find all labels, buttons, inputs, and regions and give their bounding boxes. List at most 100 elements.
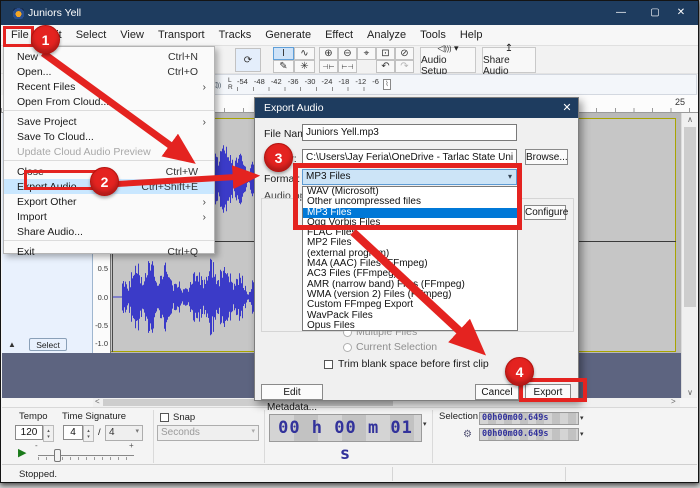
format-option[interactable]: AMR (narrow band) Files (FFmpeg) <box>303 280 517 290</box>
format-option[interactable]: WMA (version 2) Files (FFmpeg) <box>303 290 517 300</box>
collapse-triangle-icon[interactable]: ▲ <box>8 340 16 349</box>
selection-end-field[interactable]: 00h00m00.649s <box>479 428 579 441</box>
file-menu-item[interactable]: Save To Cloud... <box>4 129 214 144</box>
vertical-scroll-thumb[interactable] <box>684 127 696 307</box>
menu-item-shortcut: Ctrl+W <box>166 166 198 178</box>
format-option[interactable]: M4A (AAC) Files (FFmpeg) <box>303 259 517 269</box>
file-menu-item[interactable]: Recent Files › <box>4 79 214 94</box>
time-display-caret-icon[interactable]: ▾ <box>423 420 427 428</box>
snap-mode-select[interactable]: Seconds▾ <box>157 425 259 441</box>
zoom-in-button[interactable]: ⊕ <box>319 47 338 60</box>
draw-tool-button[interactable]: ✎ <box>273 60 294 73</box>
browse-button[interactable]: Browse... <box>525 149 568 165</box>
meter-toolbar[interactable]: ◁)) L R -54-48-42-36-30-24-18-12-6 ⌇ <box>206 74 697 95</box>
format-option[interactable]: MP2 Files <box>303 238 517 248</box>
scroll-left-icon[interactable]: < <box>95 397 100 406</box>
status-bar: Stopped. <box>2 464 697 482</box>
tempo-stepper[interactable]: ▴▾ <box>43 425 54 442</box>
trim-checkbox[interactable]: Trim blank space before first clip <box>324 358 489 370</box>
menubar-item[interactable]: Help <box>453 25 490 45</box>
zoom-selection-button[interactable]: ⌖ <box>357 47 376 60</box>
snap-checkbox[interactable]: Snap <box>160 412 195 423</box>
multi-tool-button[interactable]: ✳ <box>294 60 315 73</box>
file-menu-item[interactable]: Save Project › <box>4 114 214 129</box>
file-menu-item[interactable]: Open... Ctrl+O <box>4 64 214 79</box>
menubar-item[interactable]: Analyze <box>360 25 413 45</box>
time-sig-lower-select[interactable]: 4▾ <box>105 425 143 441</box>
menubar-item[interactable]: Generate <box>258 25 318 45</box>
menubar-item[interactable]: View <box>113 25 151 45</box>
format-option[interactable]: (external program) <box>303 249 517 259</box>
zoom-toggle-button[interactable]: ⊘ <box>395 47 414 60</box>
format-option[interactable]: Custom FFmpeg Export <box>303 300 517 310</box>
file-menu-item[interactable]: Update Cloud Audio Preview <box>4 144 214 161</box>
audacity-logo-icon <box>13 8 24 19</box>
undo-button[interactable]: ↶ <box>376 60 395 73</box>
file-name-input[interactable] <box>302 124 517 141</box>
file-menu-item[interactable]: Open From Cloud... <box>4 94 214 111</box>
checkbox-icon <box>324 360 333 369</box>
format-option[interactable]: AC3 Files (FFmpeg) <box>303 269 517 279</box>
file-menu-item[interactable]: Export Other › <box>4 194 214 209</box>
annotation-step-3: 3 <box>264 143 293 172</box>
selection-start-field[interactable]: 00h00m00.649s <box>479 412 579 425</box>
scroll-down-icon[interactable]: ∨ <box>682 388 698 397</box>
range-current-radio[interactable]: Current Selection <box>343 341 437 353</box>
trim-audio-button[interactable]: ⊣⊢ <box>319 60 338 73</box>
silence-audio-button[interactable]: ⊢⊣ <box>338 60 357 73</box>
time-sig-upper-input[interactable] <box>63 425 83 440</box>
format-option[interactable]: WavPack Files <box>303 311 517 321</box>
file-menu-item[interactable]: Exit Ctrl+Q <box>4 244 214 259</box>
zoom-out-button[interactable]: ⊖ <box>338 47 357 60</box>
selection-tool-button[interactable]: I <box>273 47 294 60</box>
close-button[interactable]: ✕ <box>664 1 698 25</box>
selection-caret-icon[interactable]: ▾ <box>580 414 584 422</box>
play-speed-slider[interactable] <box>38 455 134 456</box>
time-sig-stepper[interactable]: ▴▾ <box>83 425 94 442</box>
edit-metadata-button[interactable]: Edit Metadata... <box>261 384 323 400</box>
menu-item-shortcut: Ctrl+O <box>167 66 198 78</box>
silence-icon: ⊢⊣ <box>341 63 353 71</box>
title-bar[interactable]: Juniors Yell — ▢ ✕ <box>1 1 698 25</box>
configure-button[interactable]: Configure <box>524 205 566 220</box>
multi-tool-icon: ✳ <box>300 61 308 72</box>
file-menu-item[interactable]: Import › <box>4 209 214 224</box>
menu-item-label: Exit <box>17 246 167 258</box>
dialog-title-bar[interactable]: Export Audio ✕ <box>255 98 578 118</box>
gear-icon[interactable]: ⚙ <box>463 429 472 440</box>
selection-caret-icon[interactable]: ▾ <box>580 430 584 438</box>
cancel-button[interactable]: Cancel <box>475 384 519 400</box>
track-select-button[interactable]: Select <box>29 338 67 351</box>
ruler-label-end: 25 <box>675 97 685 107</box>
play-speed-thumb[interactable] <box>54 449 61 462</box>
menubar-item[interactable]: Effect <box>318 25 360 45</box>
tempo-input[interactable] <box>15 425 43 440</box>
menu-item-label: Recent Files <box>17 81 198 93</box>
menubar-item[interactable]: Transport <box>151 25 212 45</box>
scroll-right-icon[interactable]: > <box>671 397 676 406</box>
file-menu-item[interactable]: Share Audio... <box>4 224 214 241</box>
loop-button[interactable]: ⟳ <box>235 48 261 72</box>
minimize-button[interactable]: — <box>604 1 638 25</box>
zoom-project-button[interactable]: ⊡ <box>376 47 395 60</box>
redo-button[interactable]: ↷ <box>395 60 414 73</box>
play-speed-icon[interactable]: ▶ <box>18 446 26 459</box>
meter-scale-label: -24 <box>322 77 333 86</box>
meter-scale-label: -30 <box>305 77 316 86</box>
menubar-item[interactable]: Tracks <box>212 25 259 45</box>
envelope-tool-button[interactable]: ∿ <box>294 47 315 60</box>
dialog-close-icon[interactable]: ✕ <box>558 101 576 116</box>
scroll-up-icon[interactable]: ∧ <box>682 115 698 124</box>
file-menu-item[interactable]: New Ctrl+N <box>4 49 214 64</box>
format-option[interactable]: Opus Files <box>303 321 517 331</box>
menubar-item[interactable]: Select <box>69 25 114 45</box>
screenshot-root: Juniors Yell — ▢ ✕ FileEditSelectViewTra… <box>0 0 700 488</box>
time-display[interactable]: 00 h 00 m 01 s <box>269 414 422 442</box>
menubar-item[interactable]: Tools <box>413 25 453 45</box>
share-audio-button[interactable]: ↥ Share Audio <box>482 47 536 73</box>
speaker-icon: ◁))) ▾ <box>438 43 459 54</box>
toolbar-divider <box>153 410 154 463</box>
meter-scale-label: -54 <box>237 77 248 86</box>
vertical-scrollbar[interactable]: ∧ ∨ <box>681 113 697 398</box>
audio-setup-button[interactable]: ◁))) ▾ Audio Setup <box>420 47 476 73</box>
